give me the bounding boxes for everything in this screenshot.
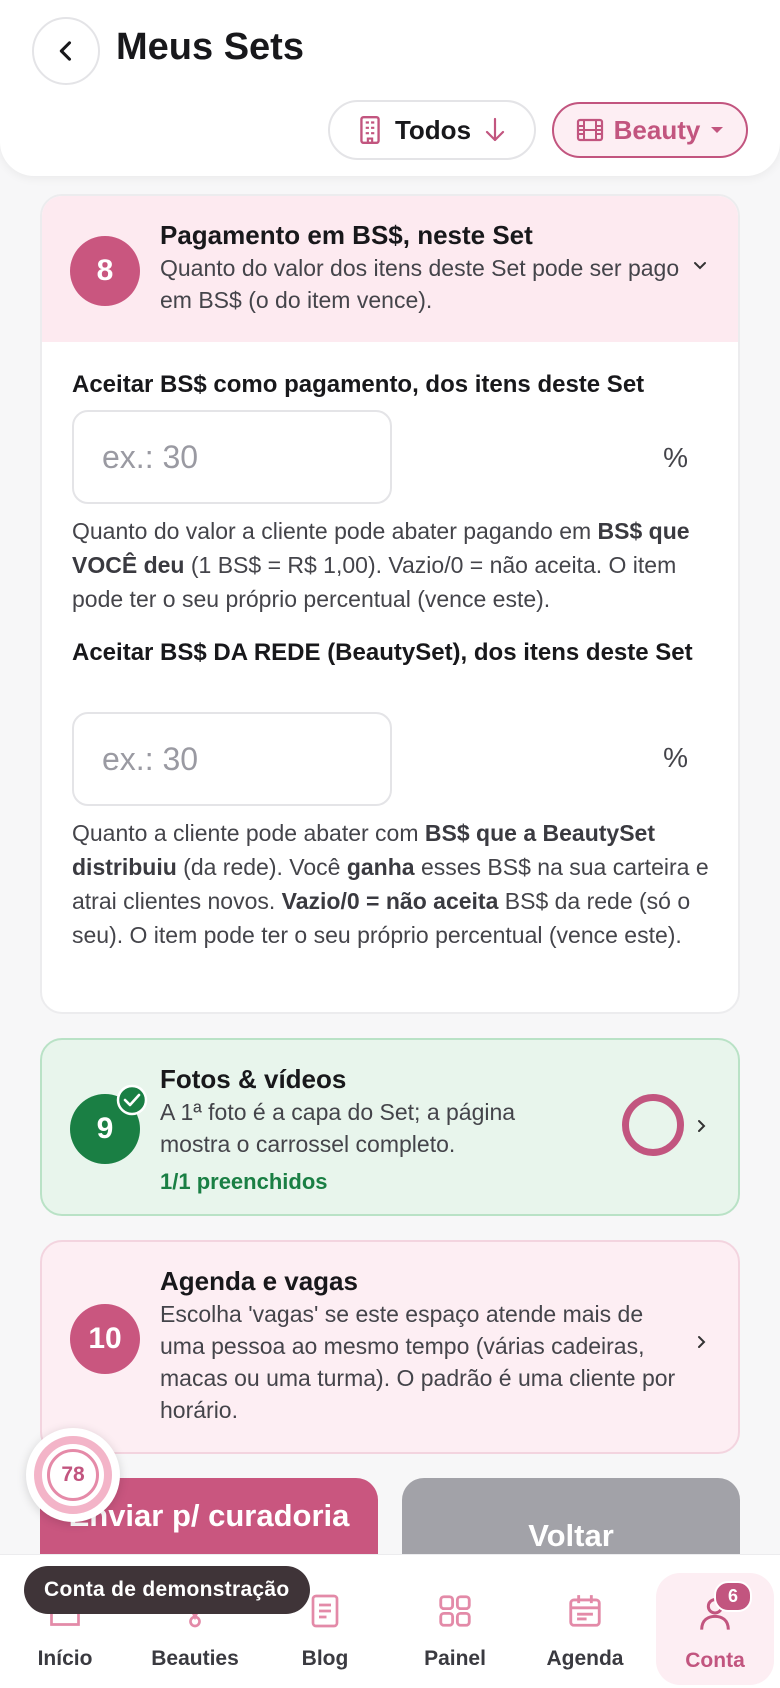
nav-label: Blog <box>301 1647 349 1670</box>
status-badge: 1/1 preenchidos <box>160 1169 328 1194</box>
step-number-badge: 8 <box>70 236 140 306</box>
arrow-down-icon <box>485 117 505 142</box>
nav-label: Painel <box>424 1647 486 1670</box>
nav-item-conta[interactable]: Conta 6 <box>656 1573 774 1685</box>
check-circle-icon <box>116 1084 148 1116</box>
nav-label: Beauties <box>151 1647 239 1670</box>
chevron-left-icon <box>59 41 72 61</box>
nav-label: Início <box>37 1647 93 1670</box>
progress-ring <box>622 1094 684 1156</box>
caret-down-icon <box>711 127 724 133</box>
chevron-right-icon <box>698 1336 706 1348</box>
filter-todos-label: Todos <box>394 114 472 145</box>
section-description: A 1ª foto é a capa do Set; a página most… <box>160 1099 516 1157</box>
section-8-header[interactable]: 8 Pagamento em BS$, neste Set Quanto do … <box>42 196 738 342</box>
section-title: Fotos & vídeos <box>160 1064 347 1094</box>
section-payment-bs: 8 Pagamento em BS$, neste Set Quanto do … <box>40 194 740 1014</box>
nav-item-painel[interactable]: Painel <box>390 1555 520 1688</box>
back-button[interactable] <box>32 17 100 85</box>
filter-beauty-dropdown[interactable]: Beauty <box>552 102 748 158</box>
percent-unit: % <box>663 442 688 473</box>
nav-item-agenda[interactable]: Agenda <box>520 1555 650 1688</box>
help-text-accept-network-bs: Quanto a cliente pode abater com BS$ que… <box>72 820 709 948</box>
chevron-down-icon <box>694 262 706 270</box>
score-value: 78 <box>47 1449 99 1501</box>
building-icon <box>360 115 380 145</box>
calendar-icon <box>569 1595 601 1627</box>
score-ring: 78 <box>34 1436 112 1514</box>
filter-beauty-label: Beauty <box>613 114 701 145</box>
film-icon <box>576 118 603 142</box>
page-title: Meus Sets <box>116 26 304 68</box>
filter-todos-button[interactable]: Todos <box>328 100 536 160</box>
accept-network-bs-percent-input[interactable] <box>72 712 392 806</box>
dashboard-icon <box>439 1595 471 1627</box>
section-title: Pagamento em BS$, neste Set <box>160 220 533 250</box>
field-label-accept-bs: Aceitar BS$ como pagamento, dos itens de… <box>72 371 645 398</box>
accept-bs-percent-input[interactable] <box>72 410 392 504</box>
help-text-accept-bs: Quanto do valor a cliente pode abater pa… <box>72 518 690 612</box>
notification-badge: 6 <box>713 1581 752 1612</box>
demo-account-toast: Conta de demonstração <box>24 1566 310 1614</box>
field-label-accept-network-bs: Aceitar BS$ DA REDE (BeautySet), dos ite… <box>72 639 693 666</box>
completion-score-badge[interactable]: 78 <box>26 1428 120 1522</box>
section-schedule-slots[interactable]: 10 Agenda e vagas Escolha 'vagas' se est… <box>40 1240 740 1454</box>
section-description: Quanto do valor dos itens deste Set pode… <box>160 255 680 313</box>
chevron-right-icon <box>698 1120 706 1132</box>
section-description: Escolha 'vagas' se este espaço atende ma… <box>160 1301 676 1423</box>
step-number-badge: 10 <box>70 1304 140 1374</box>
section-title: Agenda e vagas <box>160 1266 358 1296</box>
document-icon <box>311 1594 339 1628</box>
top-header: Meus Sets Todos Beauty <box>0 0 780 176</box>
percent-unit: % <box>663 742 688 773</box>
nav-label: Agenda <box>546 1647 624 1670</box>
nav-label: Conta <box>685 1649 745 1672</box>
